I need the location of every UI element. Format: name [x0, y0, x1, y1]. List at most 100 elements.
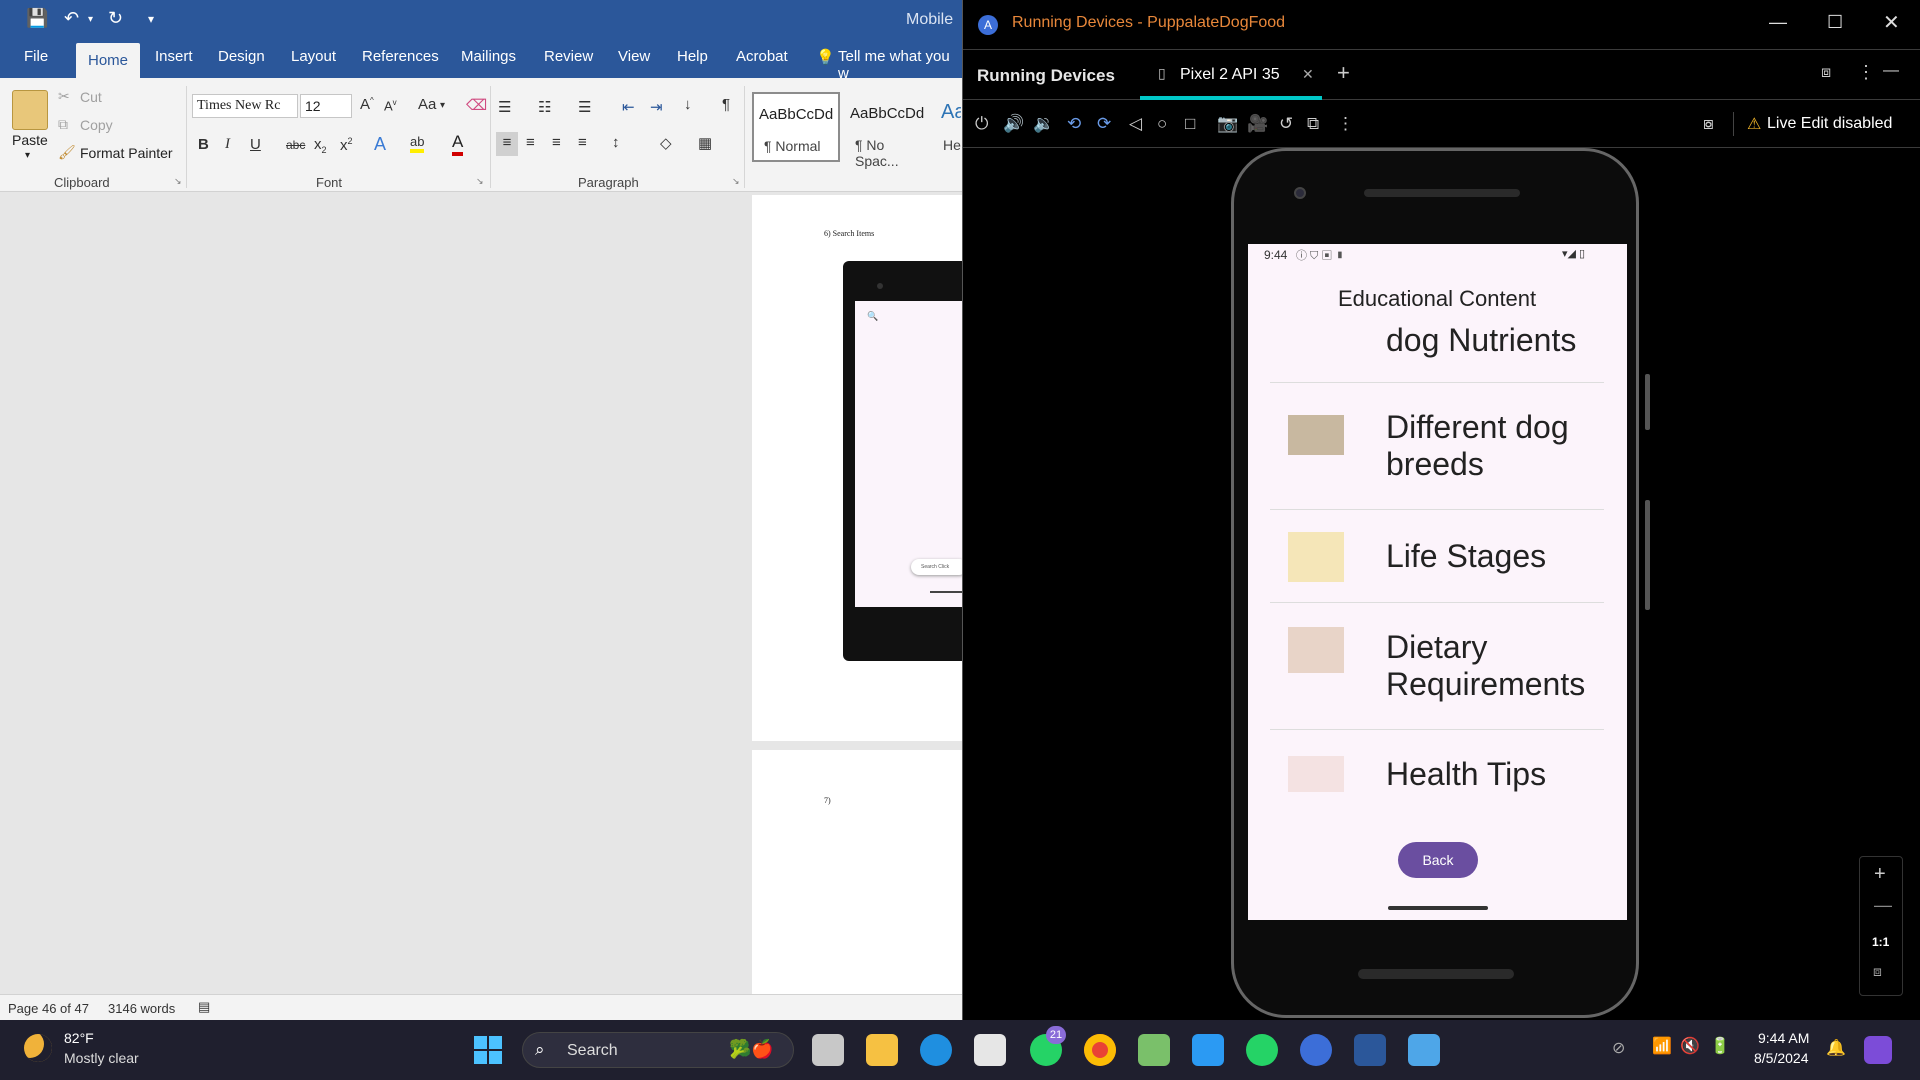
task-view-icon[interactable] — [812, 1034, 844, 1066]
file-explorer-icon[interactable] — [866, 1034, 898, 1066]
tab-insert[interactable]: Insert — [155, 48, 193, 65]
clock-date[interactable]: 8/5/2024 — [1754, 1050, 1809, 1066]
wifi-icon[interactable]: 📶 — [1652, 1036, 1672, 1056]
copy-button[interactable]: Copy — [80, 117, 113, 133]
underline-icon[interactable]: U — [250, 136, 261, 153]
proofing-icon[interactable]: ▤ — [198, 999, 210, 1015]
align-center-icon[interactable]: ≡ — [526, 134, 535, 151]
style-no-spacing[interactable]: AaBbCcDd ¶ No Spac... — [844, 92, 932, 169]
font-color-icon[interactable]: A — [452, 132, 464, 156]
multilevel-list-icon[interactable]: ☰ — [578, 98, 591, 116]
numbering-icon[interactable]: ☷ — [538, 98, 551, 116]
strikethrough-icon[interactable]: abc — [286, 138, 305, 152]
word-taskbar-icon[interactable] — [1354, 1034, 1386, 1066]
android-studio-taskbar-icon[interactable] — [1300, 1034, 1332, 1066]
zoom-out-icon[interactable]: — — [1874, 895, 1892, 916]
format-painter-button[interactable]: Format Painter — [80, 145, 173, 161]
italic-icon[interactable]: I — [225, 136, 230, 153]
notifications-bell-icon[interactable]: 🔔 — [1826, 1038, 1846, 1058]
zoom-in-icon[interactable]: + — [1874, 863, 1886, 886]
align-right-icon[interactable]: ≡ — [552, 134, 561, 151]
volume-down-icon[interactable]: 🔉 — [1033, 114, 1054, 134]
cut-button[interactable]: Cut — [80, 89, 102, 105]
subscript-icon[interactable]: x2 — [314, 136, 327, 155]
tell-me-search[interactable]: Tell me what you w — [838, 48, 962, 82]
hide-panel-icon[interactable]: — — [1883, 62, 1899, 80]
more-actions-icon[interactable]: ⋮ — [1337, 114, 1354, 134]
zoom-actual-size[interactable]: 1:1 — [1872, 935, 1889, 949]
style-heading[interactable]: Aa He — [936, 92, 962, 162]
list-item-dietary-requirements[interactable]: Dietary Requirements — [1248, 603, 1627, 729]
paste-button[interactable]: Paste — [12, 132, 48, 148]
weather-moon-icon[interactable] — [24, 1034, 52, 1062]
3d-app-icon[interactable] — [1138, 1034, 1170, 1066]
tab-layout[interactable]: Layout — [291, 48, 336, 65]
chrome-icon[interactable] — [1084, 1034, 1116, 1066]
increase-indent-icon[interactable]: ⇥ — [650, 98, 663, 116]
word-count[interactable]: 3146 words — [108, 1001, 175, 1016]
undo-dropdown-icon[interactable]: ▾ — [88, 14, 93, 25]
volume-up-icon[interactable]: 🔊 — [1003, 114, 1024, 134]
undo-icon[interactable]: ↶ — [64, 8, 79, 29]
paste-icon[interactable] — [12, 90, 48, 130]
shrink-font-icon[interactable]: Av — [384, 98, 397, 113]
back-icon[interactable]: ◁ — [1129, 114, 1142, 134]
tab-references[interactable]: References — [362, 48, 439, 65]
copilot-icon[interactable] — [1864, 1036, 1892, 1064]
tab-design[interactable]: Design — [218, 48, 265, 65]
home-icon[interactable]: ○ — [1157, 114, 1167, 134]
text-effects-icon[interactable]: A — [374, 134, 386, 155]
weather-temperature[interactable]: 82°F — [64, 1030, 94, 1046]
notepad-icon[interactable] — [1408, 1034, 1440, 1066]
page-count[interactable]: Page 46 of 47 — [8, 1001, 89, 1016]
paragraph-launcher-icon[interactable]: ↘ — [732, 176, 740, 187]
list-item-different-dog-breeds[interactable]: Different dog breeds — [1248, 383, 1627, 509]
tab-home[interactable]: Home — [76, 43, 141, 78]
add-device-icon[interactable]: + — [1337, 60, 1350, 86]
overview-icon[interactable]: □ — [1185, 114, 1195, 134]
list-item-life-stages[interactable]: Life Stages — [1248, 510, 1627, 602]
justify-icon[interactable]: ≡ — [578, 134, 587, 151]
layout-inspector-icon[interactable]: ⧇ — [1703, 114, 1714, 134]
change-case-dropdown-icon[interactable]: ▾ — [440, 100, 445, 111]
tab-mailings[interactable]: Mailings — [461, 48, 516, 65]
document-page[interactable]: 6) Search Items 🔍 Search Click — [752, 195, 970, 741]
decrease-indent-icon[interactable]: ⇤ — [622, 98, 635, 116]
start-button[interactable] — [474, 1036, 502, 1064]
redo-icon[interactable]: ↻ — [108, 8, 123, 29]
volume-muted-icon[interactable]: 🔇 — [1680, 1036, 1700, 1056]
clipboard-launcher-icon[interactable]: ↘ — [174, 176, 182, 187]
power-icon[interactable]: ⏻ — [975, 114, 988, 134]
screen-record-icon[interactable]: 🎥 — [1247, 114, 1268, 134]
shading-icon[interactable]: ◇ — [660, 134, 672, 152]
clear-formatting-icon[interactable]: ⌫ — [466, 96, 487, 114]
customize-qat-icon[interactable]: ▾ — [148, 12, 154, 26]
change-case-button[interactable]: Aa — [418, 96, 436, 113]
align-left-icon[interactable]: ≡ — [496, 132, 518, 156]
tab-help[interactable]: Help — [677, 48, 708, 65]
save-icon[interactable]: 💾 — [26, 8, 48, 29]
tab-view[interactable]: View — [618, 48, 650, 65]
rotate-right-icon[interactable]: ⟳ — [1097, 114, 1111, 134]
edge-icon[interactable] — [920, 1034, 952, 1066]
list-item-health-tips[interactable]: Health Tips — [1248, 730, 1627, 822]
superscript-icon[interactable]: x2 — [340, 136, 353, 154]
device-mirror-icon[interactable]: ⧉ — [1307, 114, 1319, 134]
tab-review[interactable]: Review — [544, 48, 593, 65]
rotate-left-icon[interactable]: ⟲ — [1067, 114, 1081, 134]
style-normal[interactable]: AaBbCcDd ¶ Normal — [752, 92, 840, 162]
reset-icon[interactable]: ↺ — [1279, 114, 1293, 134]
tab-pixel-2-api-35[interactable]: ▯ Pixel 2 API 35 ✕ — [1140, 50, 1322, 100]
back-button[interactable]: Back — [1398, 842, 1478, 878]
zoom-fit-icon[interactable]: ⧈ — [1873, 963, 1882, 980]
font-name-combo[interactable]: Times New Rc — [192, 94, 298, 118]
tab-file[interactable]: File — [24, 48, 48, 65]
more-options-icon[interactable]: ⋮ — [1857, 62, 1875, 83]
live-edit-status[interactable]: Live Edit disabled — [1767, 115, 1892, 133]
paste-dropdown-icon[interactable]: ▾ — [25, 150, 30, 161]
bold-icon[interactable]: B — [198, 136, 209, 153]
embedded-phone-screenshot[interactable]: 🔍 Search Click — [843, 261, 970, 661]
screenshot-icon[interactable]: 📷 — [1217, 114, 1238, 134]
location-off-icon[interactable]: ⊘ — [1612, 1038, 1625, 1058]
borders-icon[interactable]: ▦ — [698, 134, 712, 152]
